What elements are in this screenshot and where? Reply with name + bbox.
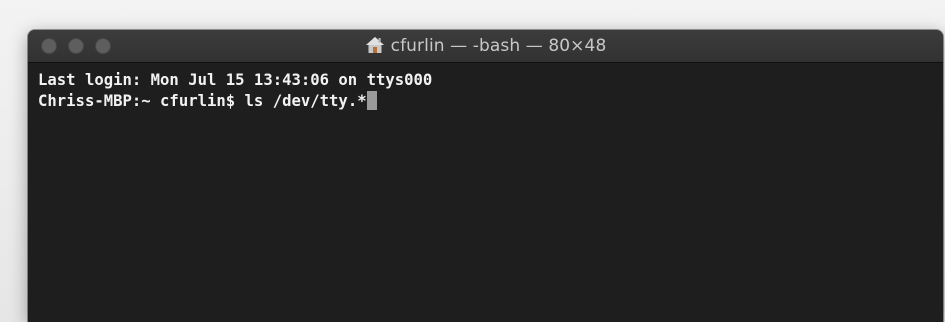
title-bar[interactable]: cfurlin — -bash — 80×48 — [28, 30, 943, 63]
home-icon — [365, 34, 385, 54]
typed-command: ls /dev/tty.* — [244, 92, 367, 110]
window-title: cfurlin — -bash — 80×48 — [28, 30, 943, 63]
shell-prompt: Chriss-MBP:~ cfurlin$ — [38, 92, 245, 110]
text-cursor — [366, 91, 377, 110]
prompt-line: Chriss-MBP:~ cfurlin$ ls /dev/tty.* — [38, 91, 933, 112]
terminal-window[interactable]: cfurlin — -bash — 80×48 Last login: Mon … — [28, 30, 943, 322]
terminal-output[interactable]: Last login: Mon Jul 15 13:43:06 on ttys0… — [28, 64, 943, 322]
last-login-line: Last login: Mon Jul 15 13:43:06 on ttys0… — [38, 71, 433, 89]
window-title-text: cfurlin — -bash — 80×48 — [390, 36, 607, 56]
